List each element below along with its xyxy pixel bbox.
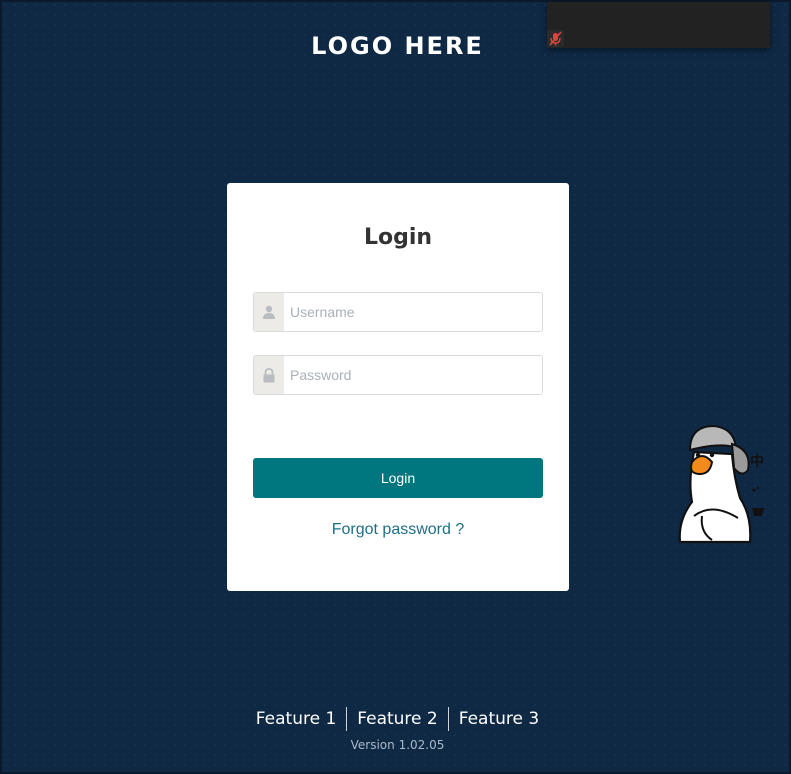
password-field[interactable] — [253, 355, 543, 395]
feature-divider — [346, 707, 348, 731]
feature-link-2[interactable]: Feature 2 — [347, 706, 447, 732]
mic-muted-icon[interactable] — [547, 30, 564, 47]
lock-icon — [254, 356, 284, 394]
user-icon — [254, 293, 284, 331]
login-button[interactable]: Login — [253, 458, 543, 498]
username-field[interactable] — [253, 292, 543, 332]
version-label: Version 1.02.05 — [350, 738, 445, 752]
footer-features: Feature 1 Feature 2 Feature 3 — [2, 706, 791, 732]
feature-divider — [447, 707, 449, 731]
login-card: Login Login Forgot password ? — [227, 183, 569, 591]
password-input[interactable] — [284, 356, 542, 394]
feature-link-1[interactable]: Feature 1 — [246, 706, 346, 732]
goose-mascot-icon[interactable]: 中 — [672, 420, 772, 548]
feature-link-3[interactable]: Feature 3 — [449, 706, 549, 732]
forgot-password-link[interactable]: Forgot password ? — [227, 521, 569, 539]
mascot-glyph: 中 — [750, 453, 764, 470]
floating-toolbar — [547, 2, 770, 48]
login-title: Login — [363, 225, 433, 250]
username-input[interactable] — [284, 293, 542, 331]
